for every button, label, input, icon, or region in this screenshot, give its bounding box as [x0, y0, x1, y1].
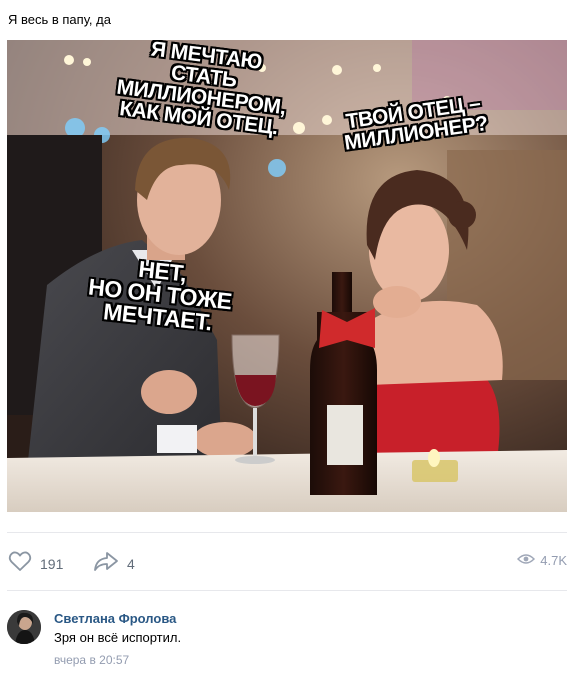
heart-icon [8, 550, 32, 577]
comment-time[interactable]: вчера в 20:57 [54, 653, 129, 667]
like-count: 191 [40, 555, 64, 572]
share-arrow-icon [93, 550, 119, 577]
share-button[interactable]: 4 [93, 550, 135, 577]
avatar[interactable] [7, 610, 41, 644]
eye-icon [517, 553, 536, 568]
comment-author[interactable]: Светлана Фролова [54, 611, 176, 626]
post-actions: 191 4 4.7K [0, 540, 575, 580]
post-caption: Я весь в папу, да [8, 12, 111, 27]
comment: Светлана Фролова Зря он всё испортил. вч… [7, 606, 567, 670]
divider [7, 532, 567, 533]
meme-image[interactable]: Я МЕЧТАЮ СТАТЬ МИЛЛИОНЕРОМ, КАК МОЙ ОТЕЦ… [7, 40, 567, 512]
share-count: 4 [127, 555, 135, 572]
divider [7, 590, 567, 591]
views-count: 4.7K [540, 553, 567, 568]
like-button[interactable]: 191 [8, 550, 63, 577]
views-counter: 4.7K [517, 553, 567, 568]
comment-text: Зря он всё испортил. [54, 630, 182, 645]
